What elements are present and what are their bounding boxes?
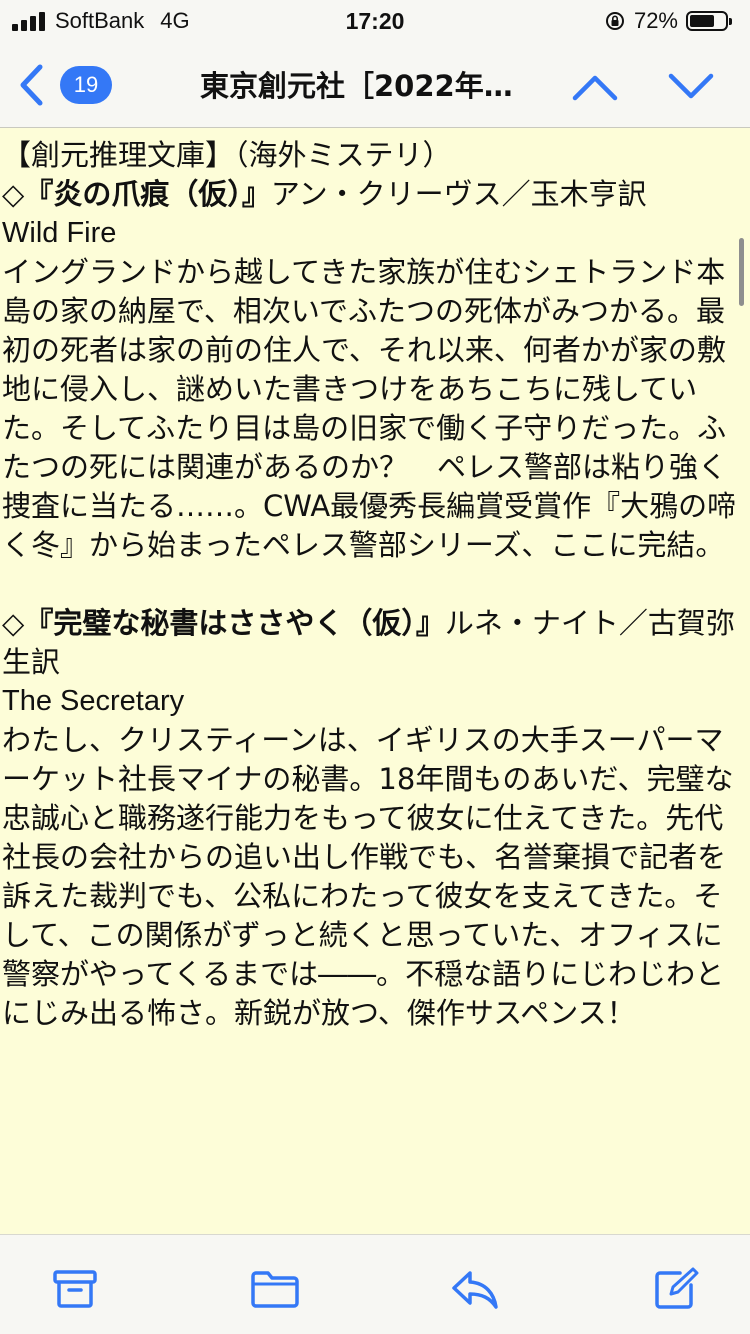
rotation-lock-icon <box>605 12 624 30</box>
archive-icon[interactable] <box>50 1267 100 1311</box>
battery-icon <box>686 11 732 31</box>
book-entry-header: ◇『炎の爪痕（仮）』アン・クリーヴス／玉木亨訳 <box>2 175 748 214</box>
book-description: わたし、クリスティーンは、イギリスの大手スーパーマーケット社長マイナの秘書。18… <box>2 723 734 1030</box>
section-heading: 【創元推理文庫】（海外ミステリ） <box>2 138 452 172</box>
book-marker: ◇ <box>2 606 25 640</box>
book-title: 『炎の爪痕（仮）』 <box>24 177 271 211</box>
message-title: 東京創元社［2022年… <box>200 69 513 103</box>
original-title: Wild Fire <box>2 217 117 249</box>
message-text: 【創元推理文庫】（海外ミステリ） ◇『炎の爪痕（仮）』アン・クリーヴス／玉木亨訳… <box>2 136 748 1033</box>
back-chevron-icon[interactable] <box>14 62 48 108</box>
message-body[interactable]: 【創元推理文庫】（海外ミステリ） ◇『炎の爪痕（仮）』アン・クリーヴス／玉木亨訳… <box>0 128 750 1234</box>
book-marker: ◇ <box>2 177 25 211</box>
original-title: The Secretary <box>2 685 185 717</box>
unread-count-badge[interactable]: 19 <box>60 66 112 104</box>
book-title: 『完璧な秘書はささやく（仮）』 <box>24 606 445 640</box>
reply-icon[interactable] <box>450 1267 500 1311</box>
compose-icon[interactable] <box>652 1267 702 1311</box>
book-description: イングランドから越してきた家族が住むシェトランド本島の家の納屋で、相次いでふたつ… <box>2 255 737 562</box>
status-bar: SoftBank 4G 17:20 72% <box>0 0 750 42</box>
book-entry-header: ◇『完璧な秘書はささやく（仮）』ルネ・ナイト／古賀弥生訳 <box>2 604 748 682</box>
scroll-indicator[interactable] <box>739 238 744 306</box>
nav-bar: 19 東京創元社［2022年… <box>0 42 750 128</box>
bottom-toolbar <box>0 1234 750 1334</box>
battery-percent: 72% <box>633 8 678 33</box>
next-message-icon[interactable] <box>666 66 716 106</box>
folder-icon[interactable] <box>250 1267 300 1311</box>
book-author: アン・クリーヴス／玉木亨訳 <box>270 177 647 211</box>
previous-message-icon[interactable] <box>570 66 620 106</box>
battery-fill <box>690 15 715 27</box>
